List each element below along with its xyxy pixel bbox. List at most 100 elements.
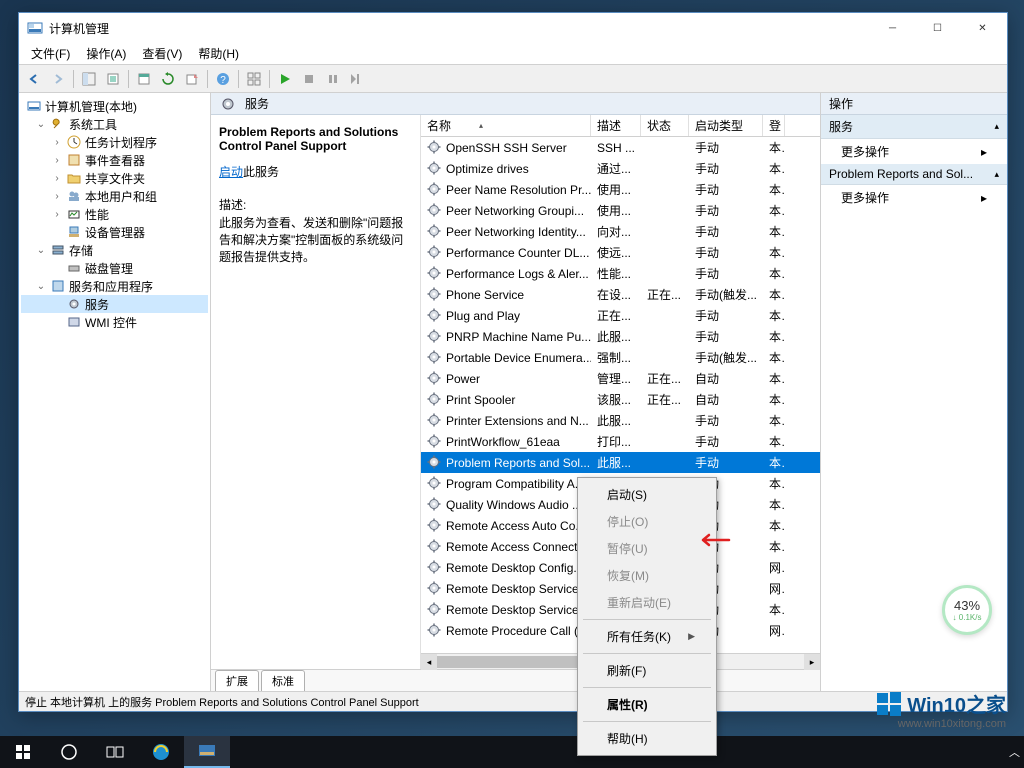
service-row[interactable]: Performance Counter DL...使远...手动本 [421, 242, 820, 263]
service-row[interactable]: Peer Networking Groupi...使用...手动本 [421, 200, 820, 221]
expand-icon[interactable]: › [51, 173, 63, 184]
maximize-button[interactable]: ☐ [915, 13, 960, 43]
tree-item-shared-folders[interactable]: ›共享文件夹 [21, 169, 208, 187]
tree-item-performance[interactable]: ›性能 [21, 205, 208, 223]
restart-service-button[interactable] [346, 68, 368, 90]
cortana-button[interactable] [46, 736, 92, 768]
service-logon: 本 [763, 244, 785, 261]
tree-item-wmi[interactable]: WMI 控件 [21, 313, 208, 331]
forward-button[interactable] [47, 68, 69, 90]
tree-pane[interactable]: 计算机管理(本地) ⌄ 系统工具 › 任务计划程序 ›事件查看器 ›共享文件夹 ›… [19, 93, 211, 691]
service-row[interactable]: Portable Device Enumera...强制...手动(触发...本 [421, 347, 820, 368]
context-menu-item[interactable]: 帮助(H) [581, 725, 713, 752]
tree-item-local-users[interactable]: › 本地用户和组 [21, 187, 208, 205]
export-list-button[interactable] [102, 68, 124, 90]
collapse-icon[interactable]: ⌄ [35, 119, 47, 130]
view-mode-button[interactable] [243, 68, 265, 90]
service-row[interactable]: Peer Networking Identity...向对...手动本 [421, 221, 820, 242]
service-row[interactable]: Power管理...正在...自动本 [421, 368, 820, 389]
menu-help[interactable]: 帮助(H) [190, 43, 247, 64]
gear-icon [427, 413, 443, 429]
device-icon [66, 224, 82, 240]
column-state[interactable]: 状态 [641, 115, 689, 136]
column-description[interactable]: 描述 [591, 115, 641, 136]
context-menu-separator [583, 721, 711, 722]
taskbar[interactable]: ︿ [0, 736, 1024, 768]
tree-item-event-viewer[interactable]: ›事件查看器 [21, 151, 208, 169]
service-desc: 此服... [591, 328, 641, 345]
menu-view[interactable]: 查看(V) [134, 43, 190, 64]
tree-group-services-apps[interactable]: ⌄ 服务和应用程序 [21, 277, 208, 295]
speed-rate: ↓ 0.1K/s [953, 613, 982, 622]
service-name: Problem Reports and Sol... [446, 456, 590, 470]
column-startup[interactable]: 启动类型 [689, 115, 763, 136]
tree-item-device-manager[interactable]: 设备管理器 [21, 223, 208, 241]
actions-more-2[interactable]: 更多操作 ▸ [821, 185, 1007, 210]
actions-group-services[interactable]: 服务 ▴ [821, 115, 1007, 139]
service-row[interactable]: Print Spooler该服...正在...自动本 [421, 389, 820, 410]
service-row[interactable]: Plug and Play正在...手动本 [421, 305, 820, 326]
expand-icon[interactable]: › [51, 137, 63, 148]
tab-extended[interactable]: 扩展 [215, 670, 259, 691]
service-name: PrintWorkflow_61eaa [446, 435, 560, 449]
collapse-icon[interactable]: ⌄ [35, 245, 47, 256]
refresh-button[interactable] [157, 68, 179, 90]
context-menu-item[interactable]: 属性(R) [581, 691, 713, 718]
expand-icon[interactable]: › [51, 209, 63, 220]
start-service-button[interactable] [274, 68, 296, 90]
service-row[interactable]: Phone Service在设...正在...手动(触发...本 [421, 284, 820, 305]
pause-service-button[interactable] [322, 68, 344, 90]
start-button[interactable] [0, 736, 46, 768]
tree-item-disk-management[interactable]: 磁盘管理 [21, 259, 208, 277]
service-row[interactable]: Peer Name Resolution Pr...使用...手动本 [421, 179, 820, 200]
column-name[interactable]: 名称▴ [421, 115, 591, 136]
service-row[interactable]: OpenSSH SSH ServerSSH ...手动本 [421, 137, 820, 158]
task-view-button[interactable] [92, 736, 138, 768]
service-name: Program Compatibility A... [446, 477, 585, 491]
network-speed-badge[interactable]: 43% ↓ 0.1K/s [942, 585, 992, 635]
system-tray[interactable]: ︿ [1009, 744, 1024, 760]
scroll-right-button[interactable]: ▸ [804, 654, 820, 670]
service-row[interactable]: Printer Extensions and N...此服...手动本 [421, 410, 820, 431]
expand-icon[interactable]: › [51, 191, 63, 202]
taskbar-app-mmc[interactable] [184, 736, 230, 768]
tree-item-services[interactable]: 服务 [21, 295, 208, 313]
tree-label: 任务计划程序 [85, 134, 157, 151]
properties-button[interactable] [133, 68, 155, 90]
start-service-link[interactable]: 启动 [219, 165, 243, 179]
menu-action[interactable]: 操作(A) [78, 43, 134, 64]
tab-standard[interactable]: 标准 [261, 670, 305, 691]
actions-group-selected[interactable]: Problem Reports and Sol... ▴ [821, 164, 1007, 185]
context-menu-label: 启动(S) [607, 486, 647, 503]
context-menu-item[interactable]: 刷新(F) [581, 657, 713, 684]
export-button[interactable] [181, 68, 203, 90]
tree-group-system-tools[interactable]: ⌄ 系统工具 [21, 115, 208, 133]
tree-group-storage[interactable]: ⌄ 存储 [21, 241, 208, 259]
back-button[interactable] [23, 68, 45, 90]
context-menu[interactable]: 启动(S)停止(O)暂停(U)恢复(M)重新启动(E)所有任务(K)▶刷新(F)… [577, 477, 717, 756]
menu-file[interactable]: 文件(F) [23, 43, 78, 64]
taskbar-app-ie[interactable] [138, 736, 184, 768]
column-logon[interactable]: 登 [763, 115, 785, 136]
tray-chevron-up-icon[interactable]: ︿ [1009, 744, 1020, 760]
service-row[interactable]: Performance Logs & Aler...性能...手动本 [421, 263, 820, 284]
help-button[interactable]: ? [212, 68, 234, 90]
actions-more-1[interactable]: 更多操作 ▸ [821, 139, 1007, 164]
tree-label: 本地用户和组 [85, 188, 157, 205]
tree-root[interactable]: 计算机管理(本地) [21, 97, 208, 115]
actions-item-label: 更多操作 [841, 143, 889, 160]
tree-item-task-scheduler[interactable]: › 任务计划程序 [21, 133, 208, 151]
service-row[interactable]: Optimize drives通过...手动本 [421, 158, 820, 179]
service-row[interactable]: PrintWorkflow_61eaa打印...手动本 [421, 431, 820, 452]
service-row[interactable]: PNRP Machine Name Pu...此服...手动本 [421, 326, 820, 347]
minimize-button[interactable]: ─ [870, 13, 915, 43]
collapse-icon[interactable]: ⌄ [35, 281, 47, 292]
service-row[interactable]: Problem Reports and Sol...此服...手动本 [421, 452, 820, 473]
expand-icon[interactable]: › [51, 155, 63, 166]
close-button[interactable]: ✕ [960, 13, 1005, 43]
show-hide-tree-button[interactable] [78, 68, 100, 90]
stop-service-button[interactable] [298, 68, 320, 90]
context-menu-item[interactable]: 启动(S) [581, 481, 713, 508]
context-menu-item[interactable]: 所有任务(K)▶ [581, 623, 713, 650]
scroll-left-button[interactable]: ◂ [421, 654, 437, 670]
